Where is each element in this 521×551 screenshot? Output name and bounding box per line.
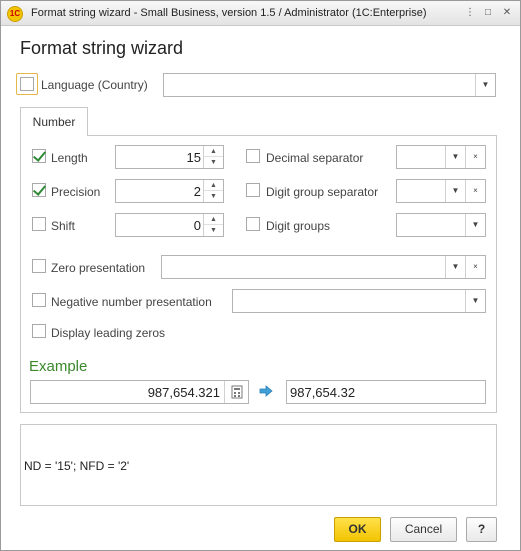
display-leading-zeros-label: Display leading zeros	[51, 326, 166, 340]
digit-groups-checkbox[interactable]	[246, 217, 260, 231]
chevron-down-icon[interactable]: ▼	[445, 180, 465, 202]
chevron-down-icon[interactable]: ▼	[475, 74, 495, 96]
zero-presentation-checkbox[interactable]	[32, 259, 46, 273]
zero-presentation-label: Zero presentation	[51, 261, 146, 275]
digit-groups-label: Digit groups	[266, 219, 331, 233]
precision-label: Precision	[51, 185, 101, 199]
spin-down-icon[interactable]: ▼	[204, 191, 223, 202]
example-heading: Example	[29, 358, 88, 375]
more-icon[interactable]: ⋮	[463, 6, 477, 20]
chevron-down-icon[interactable]: ▼	[465, 290, 485, 312]
decimal-separator-field[interactable]: ▼ ×	[396, 145, 486, 169]
length-value: 15	[186, 150, 201, 165]
format-string-output[interactable]: ND = '15'; NFD = '2'	[20, 424, 497, 506]
chevron-down-icon[interactable]: ▼	[445, 146, 465, 168]
precision-value: 2	[193, 184, 201, 199]
length-checkbox[interactable]	[32, 149, 46, 163]
digit-group-separator-field[interactable]: ▼ ×	[396, 179, 486, 203]
digit-group-separator-label: Digit group separator	[266, 185, 379, 199]
format-string-text: ND = '15'; NFD = '2'	[24, 459, 130, 473]
title-bar: 1C Format string wizard - Small Business…	[1, 1, 520, 26]
language-checkbox[interactable]	[20, 77, 34, 91]
example-result-value: 987,654.32	[290, 385, 356, 400]
digit-group-separator-checkbox[interactable]	[246, 183, 260, 197]
cancel-button[interactable]: Cancel	[390, 517, 457, 542]
digit-groups-field[interactable]: ▼	[396, 213, 486, 237]
precision-spin: ▲ ▼	[203, 180, 223, 202]
language-field[interactable]: ▼	[163, 73, 496, 97]
shift-checkbox[interactable]	[32, 217, 46, 231]
display-leading-zeros-checkbox[interactable]	[32, 324, 46, 338]
shift-spin: ▲ ▼	[203, 214, 223, 236]
decimal-separator-checkbox[interactable]	[246, 149, 260, 163]
precision-checkbox[interactable]	[32, 183, 46, 197]
ok-button[interactable]: OK	[334, 517, 381, 542]
length-spin: ▲ ▼	[203, 146, 223, 168]
maximize-icon[interactable]: □	[481, 6, 495, 20]
shift-label: Shift	[51, 219, 76, 233]
arrow-right-icon	[259, 385, 273, 397]
window-title: Format string wizard - Small Business, v…	[31, 7, 427, 19]
example-input-field[interactable]: 987,654.321	[30, 380, 249, 404]
spin-down-icon[interactable]: ▼	[204, 225, 223, 236]
length-stepper[interactable]: 15 ▲ ▼	[115, 145, 224, 169]
app-logo-icon: 1C	[7, 6, 23, 22]
clear-icon[interactable]: ×	[465, 180, 485, 202]
precision-stepper[interactable]: 2 ▲ ▼	[115, 179, 224, 203]
shift-stepper[interactable]: 0 ▲ ▼	[115, 213, 224, 237]
language-label: Language (Country)	[41, 78, 148, 92]
tab-number[interactable]: Number	[20, 107, 88, 136]
close-icon[interactable]: ✕	[500, 6, 514, 20]
format-string-wizard-window: 1C Format string wizard - Small Business…	[0, 0, 521, 551]
page-title: Format string wizard	[20, 38, 184, 58]
spin-up-icon[interactable]: ▲	[204, 180, 223, 191]
spin-up-icon[interactable]: ▲	[204, 146, 223, 157]
negative-number-presentation-checkbox[interactable]	[32, 293, 46, 307]
shift-value: 0	[193, 218, 201, 233]
example-input-value: 987,654.321	[147, 385, 220, 400]
clear-icon[interactable]: ×	[465, 146, 485, 168]
spin-down-icon[interactable]: ▼	[204, 157, 223, 168]
clear-icon[interactable]: ×	[465, 256, 485, 278]
chevron-down-icon[interactable]: ▼	[445, 256, 465, 278]
length-label: Length	[51, 151, 88, 165]
negative-number-presentation-label: Negative number presentation	[51, 295, 212, 309]
calculator-icon[interactable]	[224, 381, 248, 403]
decimal-separator-label: Decimal separator	[266, 151, 364, 165]
chevron-down-icon[interactable]: ▼	[465, 214, 485, 236]
help-button[interactable]: ?	[466, 517, 497, 542]
zero-presentation-field[interactable]: ▼ ×	[161, 255, 486, 279]
example-result-field: 987,654.32	[286, 380, 486, 404]
negative-number-presentation-field[interactable]: ▼	[232, 289, 486, 313]
spin-up-icon[interactable]: ▲	[204, 214, 223, 225]
